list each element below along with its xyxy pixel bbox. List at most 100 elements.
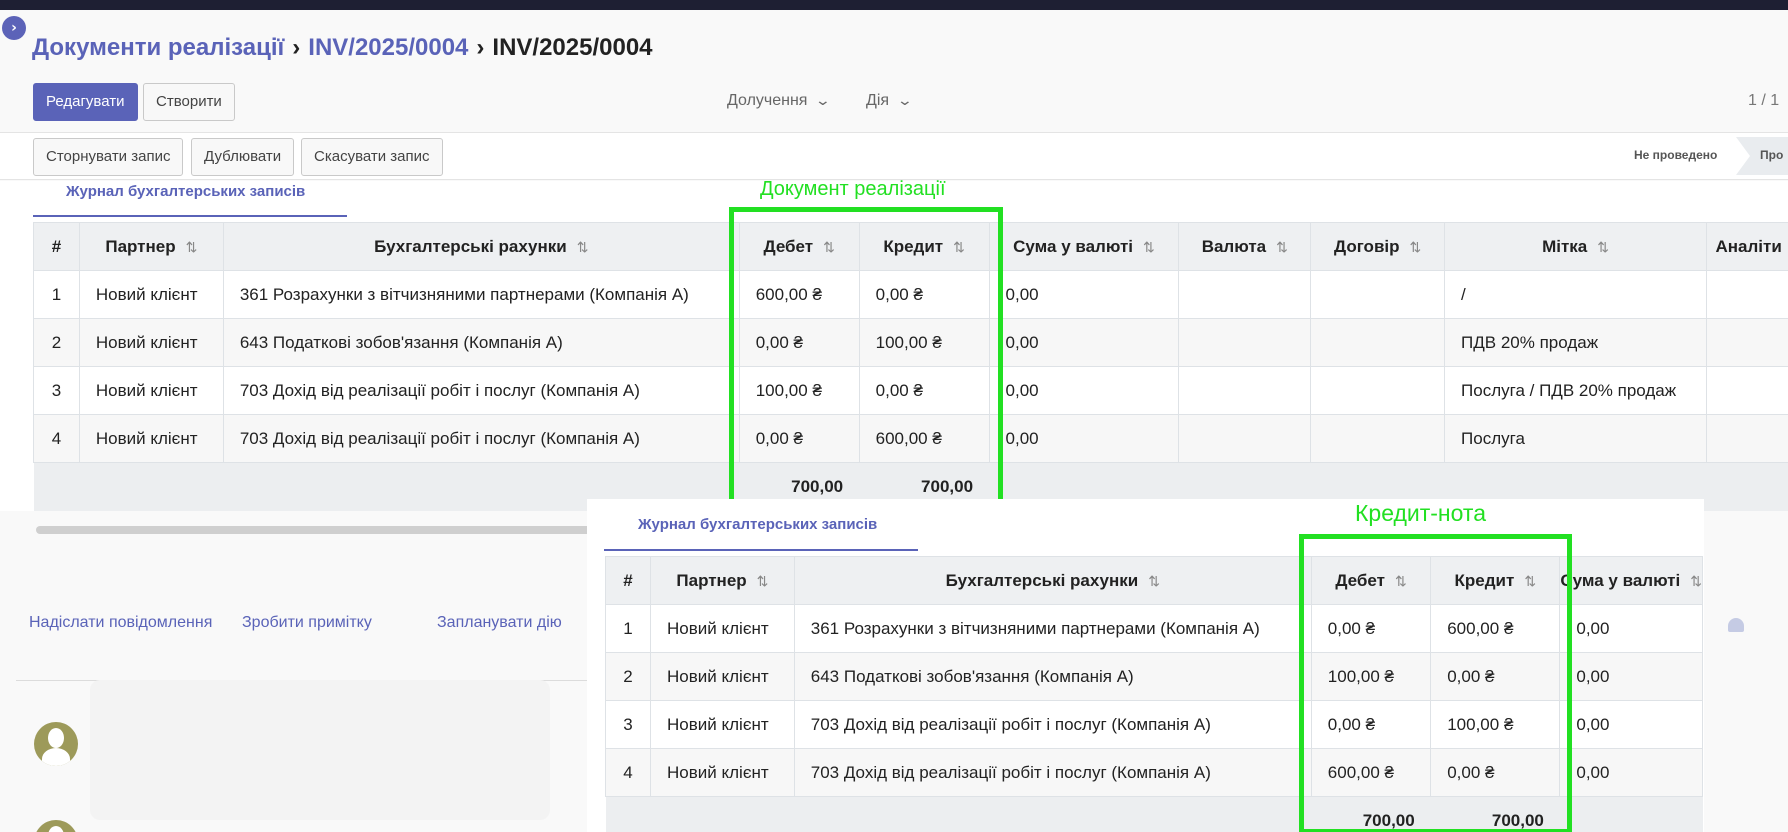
sort-icon[interactable]: ⇅ [1276,239,1288,255]
table-cell [1310,318,1446,367]
table-cell: 703 Дохід від реалізації робіт і послуг … [222,366,740,415]
horizontal-scrollbar[interactable] [36,526,596,534]
attachments-dropdown-label: Долучення [727,92,808,109]
column-header-label: Аналіти [1715,236,1782,256]
table-cell: Новий клієнт [650,748,795,797]
column-header-label: Договір [1334,236,1400,256]
cancel-entry-button[interactable]: Скасувати запис [301,138,443,176]
table-cell [1178,270,1312,319]
send-message-link[interactable]: Надіслати повідомлення [29,614,212,632]
column-header[interactable]: Аналіти⇅ [1706,222,1788,271]
action-dropdown-label: Дія [866,92,890,109]
column-header[interactable]: Валюта ⇅ [1178,222,1312,271]
table-cell [1706,366,1788,415]
table-cell: Новий клієнт [650,700,795,749]
sort-icon[interactable]: ⇅ [1143,239,1155,255]
highlight-box-top [729,207,1003,510]
table-cell: Новий клієнт [78,318,224,367]
column-header[interactable]: Партнер ⇅ [650,556,795,605]
sort-icon[interactable]: ⇅ [1690,573,1701,589]
status-posted[interactable]: Про [1760,148,1783,162]
table-cell [1310,366,1446,415]
sort-icon[interactable]: ⇅ [577,239,589,255]
table-cell [1706,318,1788,367]
table-cell [1310,270,1446,319]
table-cell [1706,414,1788,463]
column-header[interactable]: # [33,222,80,271]
duplicate-button[interactable]: Дублювати [191,138,295,176]
table-cell: 3 [604,700,652,749]
tab-underline [33,215,347,217]
table-cell: 4 [33,414,80,463]
breadcrumb-parent[interactable]: INV/2025/0004 [308,34,468,61]
table-cell: 3 [33,366,80,415]
column-header-label: Сума у валюті [1013,236,1133,256]
column-header-label: Бухгалтерські рахунки [374,236,567,256]
column-header[interactable]: Бухгалтерські рахунки ⇅ [793,556,1312,605]
column-header[interactable]: Мітка ⇅ [1444,222,1707,271]
action-dropdown[interactable]: Дія ⌄ [866,92,914,110]
chatter-message-blurred [90,680,550,820]
table-cell: Послуга / ПДВ 20% продаж [1444,366,1707,415]
attachments-dropdown[interactable]: Долучення ⌄ [727,92,832,110]
tab-underline [604,549,918,551]
chevron-down-icon: ⌄ [815,92,832,108]
table-cell [1178,414,1312,463]
table-cell: 361 Розрахунки з вітчизняними партнерами… [793,604,1312,653]
table-cell: 0,00 [988,318,1180,367]
table-cell: 0,00 [1559,700,1703,749]
chevron-down-icon: ⌄ [896,92,914,108]
table-cell: 703 Дохід від реалізації робіт і послуг … [793,700,1312,749]
column-header[interactable]: # [604,556,652,605]
table-cell [1310,414,1446,463]
table-cell: 703 Дохід від реалізації робіт і послуг … [222,414,740,463]
sort-icon[interactable]: ⇅ [186,239,198,255]
breadcrumb-separator-icon: › [476,34,485,61]
column-header[interactable]: Сума у валюті ⇅ [1559,556,1703,605]
table-cell: ПДВ 20% продаж [1444,318,1707,367]
pager-value[interactable]: 1 / 1 [1748,92,1779,110]
avatar [34,722,78,766]
column-header[interactable]: Бухгалтерські рахунки ⇅ [222,222,740,271]
table-cell [1706,270,1788,319]
annotation-sales-document: Документ реалізації [760,178,946,200]
column-header[interactable]: Партнер ⇅ [78,222,224,271]
reverse-entry-button[interactable]: Сторнувати запис [33,138,184,176]
table-cell: 2 [33,318,80,367]
edit-button[interactable]: Редагувати [33,83,138,121]
table-cell: 643 Податкові зобов'язання (Компанія А) [793,652,1312,701]
column-header-label: Бухгалтерські рахунки [945,570,1139,590]
table-cell [1178,318,1312,367]
breadcrumb-separator-icon: › [292,34,301,61]
column-header[interactable]: Сума у валюті ⇅ [988,222,1180,271]
schedule-activity-link[interactable]: Запланувати дію [437,614,562,632]
table-cell: 643 Податкові зобов'язання (Компанія А) [222,318,740,367]
sort-icon[interactable]: ⇅ [1410,239,1422,255]
column-header[interactable]: Договір ⇅ [1310,222,1446,271]
sort-icon[interactable]: ⇅ [757,573,769,589]
tab-journal-items[interactable]: Журнал бухгалтерських записів [66,183,305,200]
table-cell: Новий клієнт [650,652,795,701]
table-cell: 0,00 [1559,652,1703,701]
tab-journal-items-credit[interactable]: Журнал бухгалтерських записів [638,516,877,533]
breadcrumb-current: INV/2025/0004 [492,34,653,61]
totals-label-cell [605,796,1312,832]
table-cell: 0,00 [988,414,1180,463]
highlight-box-bottom [1299,534,1572,832]
sort-icon[interactable]: ⇅ [1148,573,1160,589]
table-cell: Новий клієнт [650,604,795,653]
totals-rest [1559,796,1703,832]
bell-icon[interactable] [1728,618,1744,632]
table-cell: 1 [604,604,652,653]
create-button[interactable]: Створити [143,83,235,121]
chevron-right-icon[interactable]: › [2,16,26,40]
breadcrumb-root[interactable]: Документи реалізації [32,34,284,61]
table-cell: Новий клієнт [78,366,224,415]
table-cell: 361 Розрахунки з вітчизняними партнерами… [222,270,740,319]
avatar [34,820,78,832]
log-note-link[interactable]: Зробити примітку [242,614,372,632]
table-cell [1178,366,1312,415]
status-draft[interactable]: Не проведено [1634,148,1717,162]
table-cell: Новий клієнт [78,414,224,463]
sort-icon[interactable]: ⇅ [1597,239,1609,255]
